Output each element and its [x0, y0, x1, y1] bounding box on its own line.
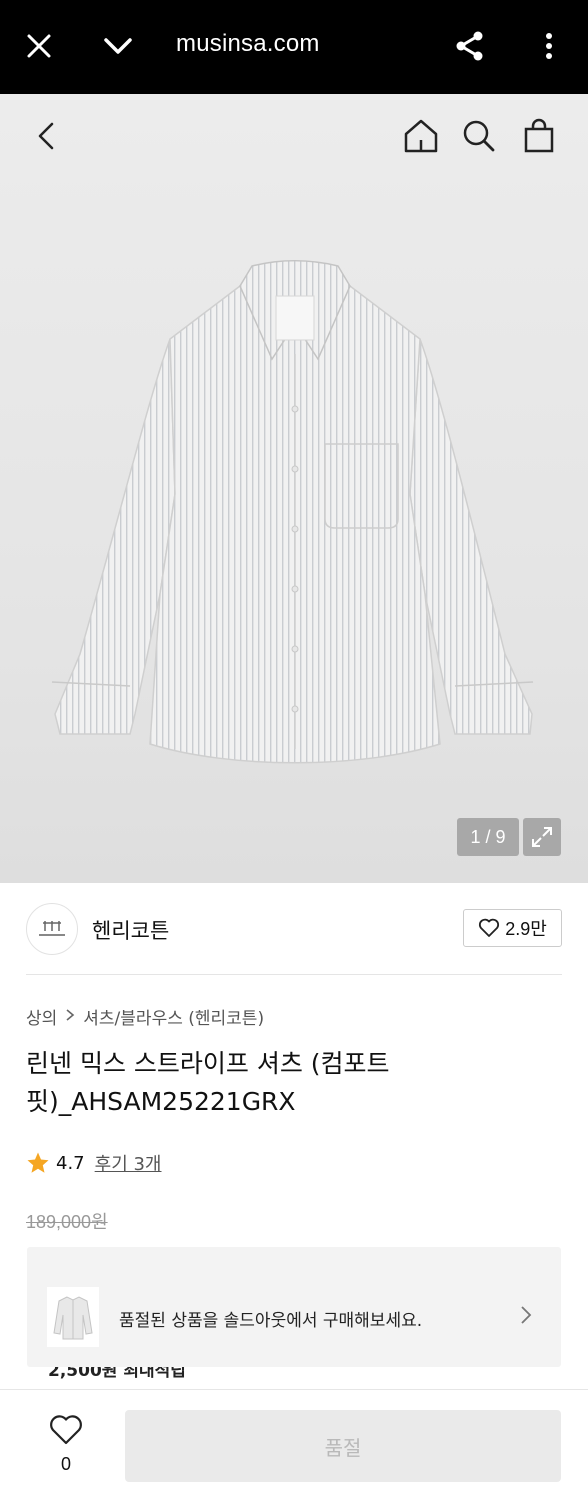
browser-toolbar: musinsa.com	[0, 0, 588, 94]
chevron-down-icon	[104, 38, 132, 54]
more-button[interactable]	[525, 22, 573, 70]
brand-like-button[interactable]: 2.9만	[463, 909, 562, 947]
heart-icon	[50, 1415, 82, 1445]
rating-row: 4.7 후기 3개	[26, 1150, 162, 1176]
collapse-button[interactable]	[94, 22, 142, 70]
rating-value: 4.7	[56, 1152, 85, 1174]
star-icon	[27, 1152, 49, 1173]
bottom-action-bar: 0 품절	[0, 1389, 588, 1500]
chevron-right-icon	[520, 1305, 532, 1329]
product-title: 린넨 믹스 스트라이프 셔츠 (컴포트핏)_AHSAM25221GRX	[26, 1049, 390, 1116]
image-counter: 1 / 9	[457, 818, 519, 856]
share-icon	[456, 31, 483, 61]
brand-name[interactable]: 헨리코튼	[92, 915, 169, 945]
heart-icon	[479, 918, 500, 937]
brand-like-count: 2.9만	[505, 919, 547, 939]
close-icon	[27, 34, 51, 58]
soldout-thumbnail	[47, 1287, 99, 1347]
more-vertical-icon	[546, 33, 552, 59]
chevron-right-icon	[65, 1007, 75, 1026]
wishlist-count: 0	[60, 1454, 71, 1474]
brand-logo-icon	[39, 921, 65, 936]
product-image	[51, 260, 534, 764]
brand-logo[interactable]	[26, 903, 78, 955]
breadcrumb-category[interactable]: 상의	[26, 1004, 57, 1029]
original-price: 189,000원	[26, 1212, 108, 1232]
wishlist-button[interactable]: 0	[40, 1412, 92, 1482]
breadcrumb: 상의 셔츠/블라우스 (헨리코튼)	[26, 1004, 264, 1029]
review-link[interactable]: 후기 3개	[95, 1150, 162, 1176]
soldout-message: 품절된 상품을 솔드아웃에서 구매해보세요.	[119, 1311, 423, 1331]
close-button[interactable]	[15, 22, 63, 70]
soldout-banner[interactable]: 품절된 상품을 솔드아웃에서 구매해보세요.	[27, 1247, 561, 1367]
product-image-gallery[interactable]: 1 / 9	[0, 94, 588, 883]
url-text[interactable]: musinsa.com	[176, 30, 320, 58]
breadcrumb-subcategory[interactable]: 셔츠/블라우스 (헨리코튼)	[83, 1004, 264, 1029]
brand-row: 헨리코튼 2.9만	[26, 883, 562, 975]
share-button[interactable]	[446, 22, 494, 70]
soldout-button[interactable]: 품절	[125, 1410, 561, 1482]
expand-button[interactable]	[523, 818, 561, 856]
expand-icon	[532, 827, 552, 847]
